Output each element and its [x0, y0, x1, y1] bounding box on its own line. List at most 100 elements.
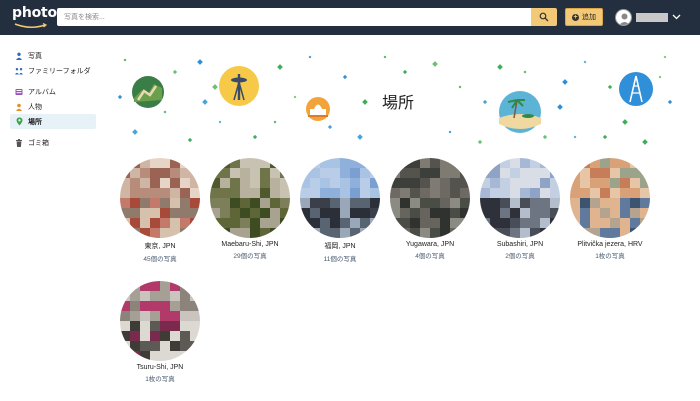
place-thumbnail[interactable] [390, 158, 470, 238]
sparkle-icon [252, 134, 258, 140]
sparkle-icon [607, 84, 613, 90]
sparkle-icon [402, 69, 408, 75]
sparkle-icon [293, 95, 297, 99]
place-card[interactable]: Subashiri, JPN 2個の写真 [475, 158, 565, 260]
sparkle-icon [342, 74, 348, 80]
sparkle-icon [212, 84, 218, 90]
sparkle-icon [557, 104, 563, 110]
sparkle-icon [667, 99, 673, 105]
sparkle-icon [383, 55, 387, 59]
avatar [615, 8, 632, 26]
eiffel-tower-icon [619, 72, 653, 106]
taj-mahal-icon [306, 97, 330, 121]
sidebar-item-albums[interactable]: アルバム [0, 84, 100, 99]
sparkle-icon [448, 130, 452, 134]
beach-icon [499, 91, 541, 133]
sparkle-icon [197, 59, 203, 65]
place-photo-count: 4個の写真 [415, 253, 445, 260]
family-icon [15, 67, 23, 75]
sparkle-icon [277, 64, 283, 70]
place-name[interactable]: Maebaru-Shi, JPN [205, 241, 295, 248]
sparkle-icon [583, 60, 587, 64]
space-needle-icon [219, 66, 259, 106]
sparkle-icon [642, 139, 648, 145]
place-photo-count: 45個の写真 [143, 256, 177, 263]
people-icon [15, 103, 23, 111]
place-photo-count: 11個の写真 [323, 256, 357, 263]
page-title: 場所 [382, 95, 415, 112]
place-card[interactable]: 東京, JPN 45個の写真 [115, 158, 205, 263]
sparkle-icon [117, 94, 123, 100]
place-card[interactable]: 福岡, JPN 11個の写真 [295, 158, 385, 263]
sparkle-icon [658, 75, 662, 79]
place-photo-count: 1枚の写真 [145, 376, 175, 383]
sparkle-icon [482, 99, 488, 105]
place-thumbnail[interactable] [570, 158, 650, 238]
sparkle-icon [218, 120, 222, 124]
sparkle-icon [132, 129, 138, 135]
place-photo-count: 1枚の写真 [595, 253, 625, 260]
sidebar-item-trash[interactable]: ゴミ箱 [0, 135, 100, 150]
logo-smile-icon [14, 23, 48, 28]
sparkle-icon [497, 64, 503, 70]
place-card[interactable]: Maebaru-Shi, JPN 29個の写真 [205, 158, 295, 260]
sidebar-item-label: 場所 [28, 118, 42, 126]
place-name[interactable]: 福岡, JPN [295, 241, 385, 251]
place-thumbnail[interactable] [300, 158, 380, 238]
sparkle-icon [542, 134, 548, 140]
great-wall-icon [132, 76, 164, 108]
place-photo-count: 29個の写真 [233, 253, 267, 260]
place-name[interactable]: Yugawara, JPN [385, 241, 475, 248]
sparkle-icon [362, 99, 368, 105]
place-card[interactable]: Tsuru-Shi, JPN 1枚の写真 [115, 281, 205, 383]
place-name[interactable]: 東京, JPN [115, 241, 205, 251]
sparkle-icon [123, 58, 127, 62]
search-icon [539, 12, 549, 22]
place-photo-count: 2個の写真 [505, 253, 535, 260]
search-button[interactable] [531, 8, 557, 26]
place-thumbnail[interactable] [120, 281, 200, 361]
chevron-down-icon [672, 14, 681, 20]
sparkle-icon [477, 139, 483, 145]
add-button[interactable]: + 追加 [565, 8, 603, 26]
sidebar-item-photos[interactable]: 写真 [0, 48, 100, 63]
sparkle-icon [523, 70, 527, 74]
sparkle-icon [172, 69, 178, 75]
sparkle-icon [163, 110, 167, 114]
sparkle-icon [663, 55, 667, 59]
sparkle-icon [187, 137, 193, 143]
place-name[interactable]: Tsuru-Shi, JPN [115, 364, 205, 371]
album-icon [15, 88, 23, 96]
sidebar-item-label: ゴミ箱 [28, 139, 49, 147]
sidebar-item-label: 人物 [28, 103, 42, 111]
place-thumbnail[interactable] [210, 158, 290, 238]
sparkle-icon [202, 99, 208, 105]
place-thumbnail[interactable] [120, 158, 200, 238]
places-banner: 場所 [105, 42, 683, 150]
place-thumbnail[interactable] [480, 158, 560, 238]
sparkle-icon [622, 119, 628, 125]
top-bar: photos + 追加 [0, 0, 700, 35]
sparkle-icon [432, 61, 438, 67]
sidebar-item-label: ファミリーフォルダ [28, 67, 91, 75]
person-icon [15, 52, 23, 60]
sparkle-icon [602, 134, 608, 140]
place-card[interactable]: Yugawara, JPN 4個の写真 [385, 158, 475, 260]
user-menu[interactable] [615, 7, 681, 27]
sidebar-item-people[interactable]: 人物 [0, 99, 100, 114]
sparkle-icon [273, 120, 277, 124]
sidebar: 写真 ファミリーフォルダ アルバム 人物 場所 ゴミ箱 [0, 48, 100, 150]
sidebar-item-places[interactable]: 場所 [10, 114, 96, 129]
place-name[interactable]: Plitvička jezera, HRV [565, 241, 655, 248]
sparkle-icon [562, 79, 568, 85]
add-button-label: 追加 [582, 14, 596, 21]
trash-icon [15, 138, 23, 147]
sparkle-icon [308, 55, 312, 59]
search-input[interactable] [57, 8, 531, 26]
sidebar-item-family-folder[interactable]: ファミリーフォルダ [0, 63, 100, 78]
location-pin-icon [15, 117, 23, 126]
sparkle-icon [573, 135, 577, 139]
place-name[interactable]: Subashiri, JPN [475, 241, 565, 248]
place-card[interactable]: Plitvička jezera, HRV 1枚の写真 [565, 158, 655, 260]
sidebar-item-label: アルバム [28, 88, 56, 96]
